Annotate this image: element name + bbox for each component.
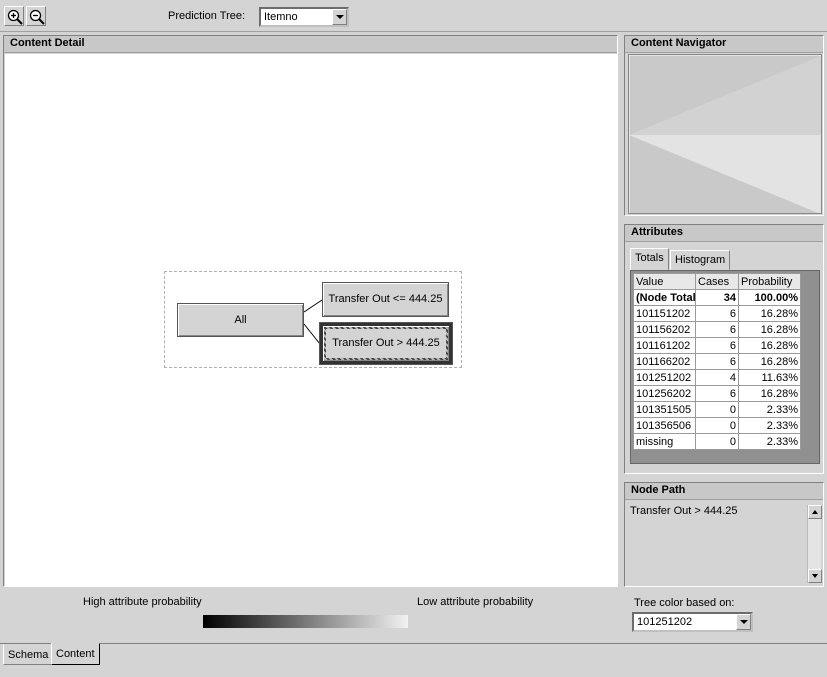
cell-cases: 6 <box>695 337 739 354</box>
view-tabs: Schema Content <box>0 643 827 677</box>
table-row[interactable]: 101356506 0 2.33% <box>633 417 801 434</box>
cell-value: 101351505 <box>633 401 696 418</box>
attributes-table: Value Cases Probability (Node Total) 34 … <box>633 273 801 450</box>
scroll-up-icon[interactable] <box>808 505 822 519</box>
column-header-probability[interactable]: Probability <box>738 273 801 290</box>
cell-value: 101156202 <box>633 321 696 338</box>
navigator-canvas[interactable] <box>628 54 822 214</box>
tab-content[interactable]: Content <box>51 643 100 665</box>
tree-color-value: 101251202 <box>637 616 693 628</box>
cell-cases: 0 <box>695 417 739 434</box>
legend-gradient <box>203 615 408 628</box>
node-path-value: Transfer Out > 444.25 <box>630 505 738 517</box>
table-row[interactable]: 101151202 6 16.28% <box>633 305 801 322</box>
node-path-scrollbar[interactable] <box>807 505 822 583</box>
cell-value: 101166202 <box>633 353 696 370</box>
content-navigator-panel: Content Navigator <box>624 35 824 216</box>
cell-value: 101161202 <box>633 337 696 354</box>
tab-totals[interactable]: Totals <box>630 248 669 270</box>
content-detail-title: Content Detail <box>4 36 617 53</box>
table-row[interactable]: 101161202 6 16.28% <box>633 337 801 354</box>
legend-high-label: High attribute probability <box>83 596 202 608</box>
attributes-grid[interactable]: Value Cases Probability (Node Total) 34 … <box>630 270 820 464</box>
cell-value: 101151202 <box>633 305 696 322</box>
zoom-out-icon <box>29 9 45 25</box>
table-row[interactable]: 101251202 4 11.63% <box>633 369 801 386</box>
content-detail-panel: Content Detail All Transfer Out <= 444.2… <box>3 35 618 587</box>
tree-node-all[interactable]: All <box>177 303 304 337</box>
prediction-tree-value: Itemno <box>264 11 298 23</box>
tree-node-transfer-out-gt[interactable]: Transfer Out > 444.25 <box>319 322 453 365</box>
prediction-tree-label: Prediction Tree: <box>168 10 246 22</box>
legend-low-label: Low attribute probability <box>417 596 534 608</box>
table-row[interactable]: 101256202 6 16.28% <box>633 385 801 402</box>
tab-schema[interactable]: Schema <box>3 644 54 665</box>
cell-cases: 6 <box>695 353 739 370</box>
tab-histogram[interactable]: Histogram <box>670 250 731 270</box>
tree-color-select[interactable]: 101251202 <box>632 612 753 632</box>
cell-cases: 6 <box>695 305 739 322</box>
table-row[interactable]: 101351505 0 2.33% <box>633 401 801 418</box>
chevron-down-icon[interactable] <box>332 9 347 25</box>
cell-value: 101356506 <box>633 417 696 434</box>
cell-cases: 6 <box>695 385 739 402</box>
cell-probability: 16.28% <box>738 305 801 322</box>
scroll-down-icon[interactable] <box>808 569 822 583</box>
node-path-title: Node Path <box>625 483 823 500</box>
table-row[interactable]: 101156202 6 16.28% <box>633 321 801 338</box>
column-header-cases[interactable]: Cases <box>695 273 739 290</box>
attributes-panel: Attributes Totals Histogram Value Cases … <box>624 224 824 474</box>
cell-probability: 11.63% <box>738 369 801 386</box>
tree-group: All Transfer Out <= 444.25 Transfer Out … <box>164 271 462 368</box>
node-path-panel: Node Path Transfer Out > 444.25 <box>624 482 824 587</box>
cell-probability: 100.00% <box>738 289 801 306</box>
cell-value: (Node Total) <box>633 289 696 306</box>
chevron-down-icon[interactable] <box>736 614 751 630</box>
cell-value: 101251202 <box>633 369 696 386</box>
navigator-tree-preview <box>629 55 821 213</box>
cell-cases: 34 <box>695 289 739 306</box>
zoom-out-button[interactable] <box>26 6 46 26</box>
table-row[interactable]: missing 0 2.33% <box>633 433 801 450</box>
cell-probability: 2.33% <box>738 417 801 434</box>
legend-bar: High attribute probability Low attribute… <box>0 590 827 642</box>
cell-value: 101256202 <box>633 385 696 402</box>
cell-cases: 6 <box>695 321 739 338</box>
column-header-value[interactable]: Value <box>633 273 696 290</box>
cell-probability: 16.28% <box>738 321 801 338</box>
cell-probability: 16.28% <box>738 353 801 370</box>
tree-color-label: Tree color based on: <box>634 597 735 609</box>
tree-node-transfer-out-gt-label: Transfer Out > 444.25 <box>326 329 446 358</box>
content-navigator-title: Content Navigator <box>625 36 823 53</box>
content-detail-canvas[interactable]: All Transfer Out <= 444.25 Transfer Out … <box>5 54 617 586</box>
cell-value: missing <box>633 433 696 450</box>
cell-probability: 16.28% <box>738 385 801 402</box>
table-row[interactable]: 101166202 6 16.28% <box>633 353 801 370</box>
cell-cases: 0 <box>695 433 739 450</box>
zoom-in-icon <box>7 9 23 25</box>
cell-cases: 4 <box>695 369 739 386</box>
tree-node-transfer-out-le[interactable]: Transfer Out <= 444.25 <box>322 282 449 317</box>
cell-probability: 2.33% <box>738 401 801 418</box>
cell-probability: 16.28% <box>738 337 801 354</box>
toolbar: Prediction Tree: Itemno <box>0 0 827 32</box>
table-row[interactable]: (Node Total) 34 100.00% <box>633 289 801 306</box>
cell-cases: 0 <box>695 401 739 418</box>
cell-probability: 2.33% <box>738 433 801 450</box>
attributes-title: Attributes <box>625 225 823 242</box>
zoom-in-button[interactable] <box>4 6 24 26</box>
prediction-tree-select[interactable]: Itemno <box>259 7 349 27</box>
